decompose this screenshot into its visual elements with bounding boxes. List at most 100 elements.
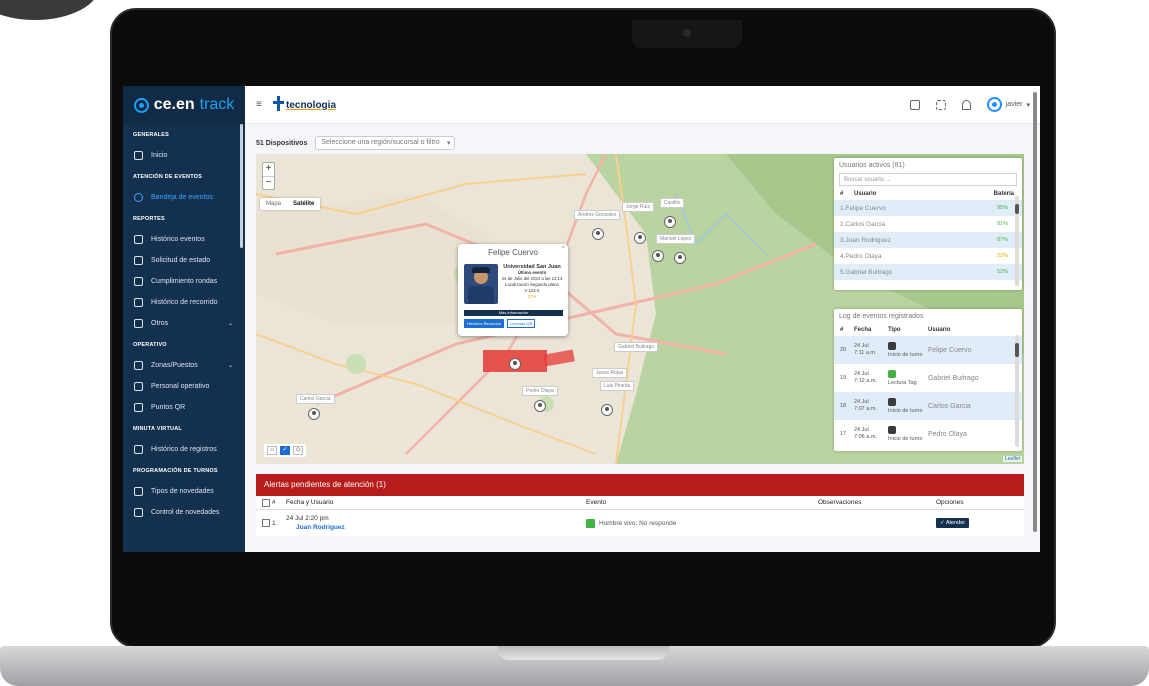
map-user-label[interactable]: Castillo xyxy=(660,198,685,208)
sidebar-item[interactable]: Personal operativo xyxy=(123,376,245,397)
sidebar-item[interactable]: Control de novedades xyxy=(123,502,245,523)
users-table-header: # Usuario Batería xyxy=(834,186,1022,200)
shift-icon xyxy=(888,342,896,350)
user-marker-icon[interactable] xyxy=(634,232,646,244)
map-user-label[interactable]: Andres Gonzalez xyxy=(574,210,621,220)
list-item[interactable]: 4.Pedro Olaya 22% xyxy=(834,248,1022,264)
sidebar-item-label: Histórico de recorrido xyxy=(151,299,218,306)
active-users-panel: Usuarios activos (81) Buscar usuario ...… xyxy=(834,158,1022,290)
sidebar-item-label: Inicio xyxy=(151,152,168,159)
event-num: 20 xyxy=(840,347,847,353)
alerts-table-header: # Fecha y Usuario Evento Observaciones O… xyxy=(256,496,1024,510)
sidebar-item[interactable]: Zonas/Puestos ⌄ xyxy=(123,355,245,376)
user-marker-icon[interactable] xyxy=(308,408,320,420)
list-item[interactable]: 1.Felipe Cuervo 95% xyxy=(834,200,1022,216)
sidebar-item[interactable]: Otros ⌄ xyxy=(123,313,245,334)
zoom-out-button[interactable]: − xyxy=(263,176,274,189)
people-icon xyxy=(134,382,143,391)
col-event: Evento xyxy=(586,499,607,506)
sidebar-item[interactable]: Solicitud de estado xyxy=(123,250,245,271)
history-route-button[interactable]: Histórico Recorrido xyxy=(464,319,505,328)
attend-button[interactable]: ✓ Atender xyxy=(936,518,970,528)
list-item[interactable]: 19 24 Jul 7:12 a.m. Lectura Tag Gabriel Buit… xyxy=(834,364,1022,392)
sidebar-item-label: Histórico eventos xyxy=(151,236,205,243)
company-logo: tecnologia xyxy=(273,96,336,111)
calendar-icon xyxy=(134,508,143,517)
home-icon[interactable]: ⌂ xyxy=(267,446,277,455)
bell-icon[interactable] xyxy=(961,99,971,110)
map-user-label[interactable]: Jesus Rojas xyxy=(592,368,628,378)
sidebar-item[interactable]: Inicio xyxy=(123,145,245,166)
brand[interactable]: ce.en track xyxy=(123,86,245,124)
user-marker-icon[interactable] xyxy=(664,216,676,228)
map-user-label[interactable]: Pedro Olaya xyxy=(522,386,558,396)
event-date: 24 Jul 7:06 a.m. xyxy=(854,427,888,441)
sidebar-item[interactable]: Puntos QR xyxy=(123,397,245,418)
events-list: 20 24 Jul 7:11 a.m. Inicio de turno Felipe C… xyxy=(834,336,1022,448)
sidebar-section-title: OPERATIVO xyxy=(133,342,167,348)
user-menu[interactable]: javier ▾ xyxy=(986,97,1030,112)
map-user-label[interactable]: Gabriel Buitrago xyxy=(614,342,659,352)
alert-user-link[interactable]: Juan Rodriguez xyxy=(286,523,586,532)
zoom-in-button[interactable]: + xyxy=(263,163,274,176)
user-photo xyxy=(464,264,498,304)
event-icon xyxy=(586,518,595,528)
sidebar-item[interactable]: Histórico de registros xyxy=(123,439,245,460)
sidebar-item[interactable]: Tipos de novedades xyxy=(123,481,245,502)
list-item[interactable]: 17 24 Jul 7:06 a.m. Inicio de turno Pedro Ol… xyxy=(834,420,1022,448)
alert-event-text: Hombre vivo: No responde xyxy=(599,519,677,527)
fullscreen-icon[interactable] xyxy=(935,99,946,110)
event-user: Pedro Olaya xyxy=(928,430,967,438)
col-user: Usuario xyxy=(854,191,877,197)
apps-icon[interactable] xyxy=(909,99,920,110)
sidebar-item[interactable]: Cumplimiento rondas xyxy=(123,271,245,292)
user-marker-icon[interactable] xyxy=(674,252,686,264)
user-marker-icon[interactable] xyxy=(652,250,664,262)
list-item[interactable]: 3.Juan Rodriguez 87% xyxy=(834,232,1022,248)
event-type: Inicio de turno xyxy=(888,342,928,358)
popup-actions: Histórico Recorrido Lecturas QR xyxy=(464,319,536,328)
event-day: 24 Jul xyxy=(854,343,869,349)
request-icon xyxy=(134,256,143,265)
map-user-label[interactable]: Luis Pineda xyxy=(600,381,635,391)
qr-reads-button[interactable]: Lecturas QR xyxy=(507,319,536,328)
sidebar-section-title: ATENCIÓN DE EVENTOS xyxy=(133,174,202,180)
sidebar-item[interactable]: Histórico eventos xyxy=(123,229,245,250)
row-checkbox[interactable] xyxy=(262,519,270,527)
user-marker-icon[interactable] xyxy=(534,400,546,412)
list-item[interactable]: 5.Gabriel Buitrago 52% xyxy=(834,264,1022,280)
map-tab[interactable]: Mapa xyxy=(260,198,287,210)
user-marker-icon[interactable] xyxy=(601,404,613,416)
sidebar-item-label: Bandeja de eventos xyxy=(151,194,213,201)
more-info-button[interactable]: Más información xyxy=(464,310,563,316)
list-item[interactable]: 18 24 Jul 7:07 a.m. Inicio de turno Carlos G… xyxy=(834,392,1022,420)
pin-toggle[interactable]: ◇ xyxy=(293,446,303,455)
user-marker-icon[interactable] xyxy=(509,358,521,370)
leaflet-attribution[interactable]: Leaflet xyxy=(1002,456,1022,462)
user-search-input[interactable]: Buscar usuario ... xyxy=(839,173,1017,186)
user-name: 2.Carlos Garcia xyxy=(840,220,886,228)
satellite-tab[interactable]: Satélite xyxy=(287,198,320,210)
map-user-label[interactable]: Jorge Ruiz xyxy=(622,202,654,212)
sidebar-item-label: Cumplimiento rondas xyxy=(151,278,218,285)
page-scrollbar[interactable] xyxy=(1033,92,1037,532)
panel-title: Usuarios activos (81) xyxy=(839,162,905,169)
user-popup: × Felipe Cuervo Universidad San Juan Últ… xyxy=(458,244,568,336)
sidebar-item[interactable]: Bandeja de eventos xyxy=(123,187,245,208)
users-list: 1.Felipe Cuervo 95% 2.Carlos Garcia 91% 3.Ju… xyxy=(834,200,1022,280)
event-num: 19 xyxy=(840,375,847,381)
sidebar: ce.en track GENERALES Inicio ATENCIÓN DE E… xyxy=(123,86,245,552)
events-scrollbar[interactable] xyxy=(1015,335,1019,447)
flag-toggle[interactable]: ✓ xyxy=(280,446,290,455)
sidebar-item[interactable]: Histórico de recorrido xyxy=(123,292,245,313)
users-scrollbar[interactable] xyxy=(1015,196,1019,286)
menu-toggle-icon[interactable]: ≡ xyxy=(256,99,262,110)
select-all-checkbox[interactable] xyxy=(262,498,270,507)
map-user-label[interactable]: Manuel Lopez xyxy=(656,234,696,244)
user-marker-icon[interactable] xyxy=(592,228,604,240)
region-select[interactable]: Seleccione una región/sucursal o filtro xyxy=(315,136,456,150)
map-user-label[interactable]: Carlos Garcia xyxy=(296,394,335,404)
close-icon[interactable]: × xyxy=(561,245,565,251)
list-item[interactable]: 2.Carlos Garcia 91% xyxy=(834,216,1022,232)
list-item[interactable]: 20 24 Jul 7:11 a.m. Inicio de turno Felipe C… xyxy=(834,336,1022,364)
